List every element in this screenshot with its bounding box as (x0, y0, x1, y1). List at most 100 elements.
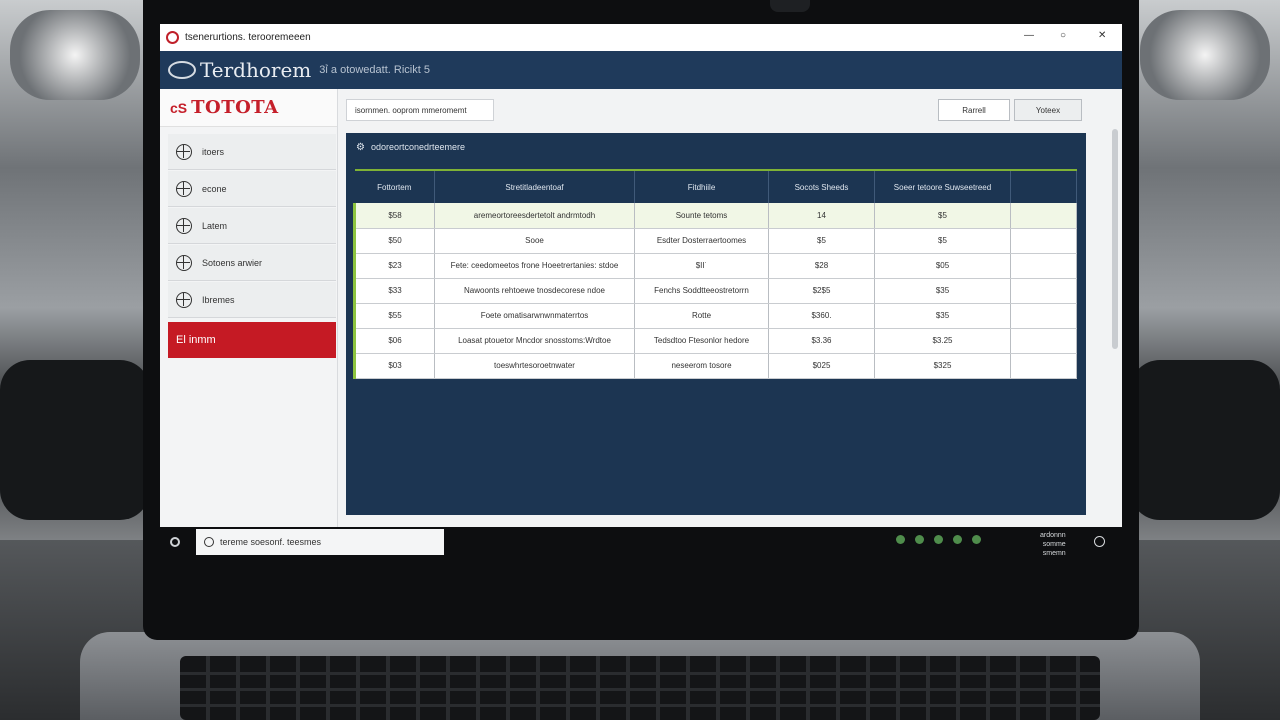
table-row[interactable]: $03 toeswhrtesoroetnwater neseerom tosore $… (353, 353, 1077, 379)
app-header: Terdhorem 3ỉ a otowedatt. Ricikt 5 (160, 51, 1122, 89)
table-row[interactable]: $50 Sooe Esdter Dosterraertoomes $5 $5 (353, 228, 1077, 254)
panel-header: ⚙ odoreortconedrteemere (346, 133, 1086, 161)
maximize-button[interactable]: ○ (1060, 30, 1066, 41)
table-cell: $5 (874, 228, 1011, 254)
table-cell: Sooe (434, 228, 635, 254)
search-input[interactable]: isornmen. ooprom mmeromemt (346, 99, 494, 121)
headlight-right (1140, 10, 1270, 100)
window-title: tsenerurtions. terooremeeen (185, 32, 311, 43)
globe-icon (176, 143, 192, 160)
table-cell: $03 (353, 353, 435, 379)
table-cell: Rotte (634, 303, 769, 329)
panel-title: odoreortconedrteemere (370, 142, 466, 152)
app-body: cS TOTOTA itoers econe Latem Sotoens arw… (160, 89, 1122, 527)
column-header[interactable]: Fitdhiile (634, 170, 769, 203)
table-cell: $5 (768, 228, 875, 254)
sidebar-item-3[interactable]: Latem (168, 208, 336, 244)
clock-line: somme (1042, 541, 1066, 548)
table-cell: $2$5 (768, 278, 875, 304)
table-row[interactable]: $06 Loasat ptouetor Mncdor snosstoms:Wrdt… (353, 328, 1077, 354)
table-cell: neseerom tosore (634, 353, 769, 379)
table-cell: $33 (353, 278, 435, 304)
globe-icon (176, 217, 192, 234)
gear-icon: ⚙ (356, 141, 365, 153)
background-car-right (1130, 0, 1280, 560)
clock[interactable]: ardonnn somme smemn (1040, 531, 1066, 558)
table-row[interactable]: $55 Foete omatisarwnwnmaterrtos Rotte $360.… (353, 303, 1077, 329)
table-cell: $3.36 (768, 328, 875, 354)
secondary-button[interactable]: Yoteex (1014, 99, 1082, 121)
table-row[interactable]: $33 Nawoonts rehtoewe tnosdecorese ndoe Fe… (353, 278, 1077, 304)
logo-text: TOTOTA (191, 97, 279, 118)
tray-icon[interactable] (934, 535, 943, 544)
table-cell: Tedsdtoo Ftesonlor hedore (634, 328, 769, 354)
logo-mark: cS (170, 99, 188, 116)
table-cell (1010, 328, 1077, 354)
table-cell: Foete omatisarwnwnmaterrtos (434, 303, 635, 329)
tray-icon[interactable] (972, 535, 981, 544)
primary-button[interactable]: Rarrell (938, 99, 1010, 121)
sidebar-item-label: itoers (202, 146, 225, 157)
start-icon[interactable] (170, 537, 180, 547)
key-row (180, 688, 1100, 691)
table-cell: $28 (768, 253, 875, 279)
clock-line: smemn (1042, 550, 1066, 557)
table-cell: toeswhrtesoroetnwater (434, 353, 635, 379)
minimize-button[interactable]: — (1024, 30, 1034, 41)
brand-name: Terdhorem (200, 58, 312, 82)
notification-icon[interactable] (1094, 536, 1105, 547)
table-header-row: Fottortem Stretitladeentoaf Fitdhiile So… (354, 170, 1077, 203)
sidebar-item-1[interactable]: itoers (168, 134, 336, 170)
app-icon (166, 31, 179, 44)
table-cell: $3.25 (874, 328, 1011, 354)
results-panel: ⚙ odoreortconedrteemere Fottortem Streti… (346, 133, 1086, 515)
column-header[interactable]: Stretitladeentoaf (434, 170, 635, 203)
sidebar-item-5[interactable]: Ibremes (168, 282, 336, 318)
clock-line: ardonnn (1040, 532, 1066, 539)
table-cell: $55 (353, 303, 435, 329)
sidebar-item-label: Sotoens arwier (202, 257, 263, 268)
table-cell (1010, 278, 1077, 304)
table-cell: Fenchs Soddtteeostretorrn (634, 278, 769, 304)
sidebar-item-label: econe (202, 183, 227, 194)
globe-icon (176, 180, 192, 197)
key-row (180, 672, 1100, 675)
app-window: tsenerurtions. terooremeeen — ○ ✕ Terdho… (160, 24, 1122, 527)
sidebar: cS TOTOTA itoers econe Latem Sotoens arw… (160, 89, 338, 527)
column-header[interactable]: Socots Sheeds (768, 170, 875, 203)
sidebar-item-label: Latem (202, 220, 228, 231)
sidebar-item-4[interactable]: Sotoens arwier (168, 245, 336, 281)
table-cell: $360. (768, 303, 875, 329)
table-row[interactable]: $23 Fete: ceedomeetos frone Hoeetrertanie… (353, 253, 1077, 279)
scrollbar[interactable] (1112, 129, 1118, 349)
sidebar-item-active[interactable]: El inmm (168, 322, 336, 358)
table-cell: $II˙ (634, 253, 769, 279)
sidebar-item-label: El inmm (176, 334, 216, 346)
table-cell: 14 (768, 203, 875, 229)
search-icon (204, 537, 214, 547)
sidebar-item-2[interactable]: econe (168, 171, 336, 207)
column-header[interactable]: Fottortem (354, 170, 435, 203)
tray-icon[interactable] (915, 535, 924, 544)
table-row[interactable]: $58 aremeortoreesdertetolt andrmtodh Sount… (353, 203, 1077, 229)
close-button[interactable]: ✕ (1098, 30, 1106, 41)
taskbar: tereme soesonf. teesmes ardonnn somme sm… (160, 527, 1122, 557)
taskbar-search-text: tereme soesonf. teesmes (220, 537, 322, 547)
table-cell: Fete: ceedomeetos frone Hoeetrertanies: … (434, 253, 635, 279)
table-cell: $23 (353, 253, 435, 279)
globe-icon (176, 291, 192, 308)
tray-icon[interactable] (953, 535, 962, 544)
table-cell: $5 (874, 203, 1011, 229)
table-cell: $35 (874, 278, 1011, 304)
background-car-left (0, 0, 150, 560)
toyota-logo: cS TOTOTA (160, 89, 337, 127)
column-header[interactable]: Soeer tetoore Suwseetreed (874, 170, 1011, 203)
taskbar-search[interactable]: tereme soesonf. teesmes (196, 529, 444, 555)
key-row (180, 704, 1100, 707)
data-table: Fottortem Stretitladeentoaf Fitdhiile So… (353, 169, 1077, 379)
tray-icon[interactable] (896, 535, 905, 544)
main-content: isornmen. ooprom mmeromemt Rarrell Yotee… (338, 89, 1122, 527)
table-cell: $06 (353, 328, 435, 354)
table-cell (1010, 228, 1077, 254)
table-cell: $58 (353, 203, 435, 229)
